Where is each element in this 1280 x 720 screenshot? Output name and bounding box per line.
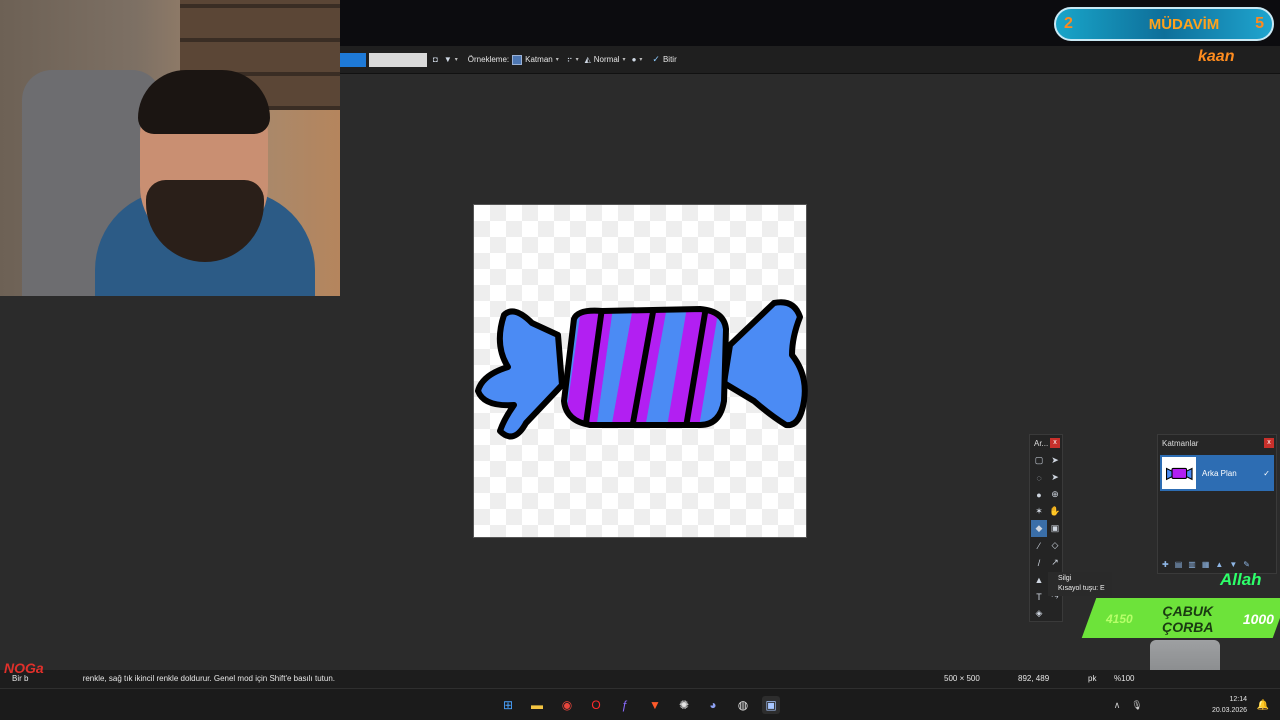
finish-label: Bitir [662, 55, 677, 64]
notification-bell-icon[interactable]: 🔔 [1254, 696, 1272, 714]
delete-layer-icon[interactable]: ▤ [1175, 560, 1183, 569]
tools-panel-title: Ar... [1034, 438, 1049, 448]
loyalty-badge: 2 MÜDAVİM 5 [1054, 7, 1274, 41]
clone-stamp-icon[interactable]: ▲ [1031, 571, 1047, 588]
move-layer-down-icon[interactable]: ▼ [1229, 560, 1237, 569]
layers-panel: Katmanlar x Arka Plan ✓ ✚ ▤ ▥ ▦ ▲ ▼ ✎ [1157, 434, 1277, 574]
reward-title-1: ÇABUK [1162, 603, 1214, 619]
badge-level-left: 2 [1064, 15, 1073, 32]
layer-name: Arka Plan [1202, 468, 1237, 478]
color-picker-icon[interactable]: ↗ [1047, 554, 1063, 571]
chevron-down-icon[interactable]: ▾ [455, 56, 458, 63]
zoom-icon[interactable]: ⊕ [1047, 486, 1063, 503]
lasso-select-icon[interactable]: ◌ [1031, 469, 1047, 486]
chrome-icon[interactable]: ◉ [558, 696, 576, 714]
fill-mode-icon[interactable]: ◘ [433, 55, 438, 64]
chatgpt-icon[interactable]: ✺ [675, 696, 693, 714]
tooltip-shortcut: Kısayol tuşu: E [1058, 585, 1105, 592]
image-size: 500 × 500 [944, 674, 980, 683]
close-icon[interactable]: x [1050, 438, 1060, 448]
tool-options-bar: ◘ ▼ ▾ Örnekleme: Katman ▾ ⠖ ▾ ◭ Normal ▾ ●… [340, 46, 1280, 74]
fences-icon[interactable]: ƒ [616, 696, 634, 714]
chevron-up-icon[interactable]: ∧ [1108, 696, 1126, 714]
status-bar: Bir b renkle, sağ tık ikincil renkle dol… [0, 670, 1280, 688]
eraser-icon[interactable]: ◇ [1047, 537, 1063, 554]
tolerance-icon[interactable]: ⠖ [567, 55, 573, 64]
viewer-username: kaan [1198, 48, 1235, 65]
merge-layer-icon[interactable]: ▦ [1202, 560, 1210, 569]
chevron-down-icon[interactable]: ▾ [639, 56, 642, 63]
image-canvas[interactable] [473, 204, 808, 538]
chevron-down-icon[interactable]: ▾ [623, 56, 626, 63]
close-icon[interactable]: x [1264, 438, 1274, 448]
clock-date: 20.03.2026 [1212, 707, 1248, 714]
bucket-icon[interactable]: ▼ [444, 55, 452, 64]
unit-select[interactable]: pk [1088, 674, 1096, 683]
layers-panel-title: Katmanlar [1162, 438, 1199, 448]
paint-net-icon[interactable]: ▣ [762, 696, 780, 714]
taskbar: ⊞ ▬ ◉ O ƒ ▼ ✺ ◕ ◍ ▣ ∧ 🎙 12:14 20.03.2026… [0, 688, 1280, 720]
text-icon[interactable]: T [1031, 588, 1047, 605]
blend-mode-icon: ◭ [584, 55, 591, 64]
pan-icon[interactable]: ✋ [1047, 503, 1063, 520]
chat-overlay-text: Allah [1220, 570, 1262, 589]
noga-logo: NOGa [4, 660, 44, 676]
paintbrush-icon[interactable]: ⁄ [1031, 537, 1047, 554]
candy-image [475, 299, 808, 440]
sampling-label: Örnekleme: [467, 55, 510, 64]
status-hint-text: renkle, sağ tık ikincil renkle doldurur.… [82, 674, 336, 683]
blend-mode-select[interactable]: Normal [594, 55, 620, 64]
zoom-level[interactable]: %100 [1114, 674, 1134, 683]
sampling-select[interactable]: Katman [525, 55, 553, 64]
checkmark-icon: ✓ [652, 54, 660, 64]
brave-icon[interactable]: ▼ [646, 696, 664, 714]
microphone-icon[interactable]: 🎙 [1128, 696, 1146, 714]
tool-tooltip: Silgi Kısayol tuşu: E [1048, 572, 1112, 596]
layer-icon [512, 54, 523, 65]
clock-time: 12:14 [1229, 696, 1248, 703]
reward-value: 1000 [1242, 611, 1274, 627]
secondary-color-swatch[interactable] [369, 52, 427, 67]
tray-clock[interactable]: 12:14 20.03.2026 [1212, 694, 1247, 716]
add-layer-icon[interactable]: ✚ [1162, 560, 1169, 569]
badge-title: MÜDAVİM [1148, 15, 1220, 33]
discord-icon[interactable]: ◕ [704, 696, 722, 714]
ellipse-select-icon[interactable]: ● [1031, 486, 1047, 503]
status-hint: Bir b renkle, sağ tık ikincil renkle dol… [12, 674, 335, 683]
webcam-overlay [0, 0, 340, 296]
shapes-icon[interactable]: ◈ [1031, 605, 1047, 622]
layer-thumbnail [1162, 457, 1196, 489]
primary-color-swatch[interactable] [340, 52, 366, 67]
chevron-down-icon[interactable]: ▾ [576, 56, 579, 63]
opera-icon[interactable]: O [587, 696, 605, 714]
file-explorer-icon[interactable]: ▬ [528, 696, 546, 714]
gradient-icon[interactable]: ▣ [1047, 520, 1063, 537]
layer-visible-checkbox[interactable]: ✓ [1263, 469, 1270, 478]
layer-properties-icon[interactable]: ✎ [1243, 560, 1250, 569]
finish-button[interactable]: ✓ Bitir [652, 54, 676, 65]
tooltip-tool-name: Silgi [1058, 575, 1072, 582]
move-selection-icon[interactable]: ➤ [1047, 452, 1063, 469]
move-layer-up-icon[interactable]: ▲ [1215, 560, 1223, 569]
reward-banner: 4150 ÇABUK ÇORBA 1000 [1100, 600, 1280, 638]
obs-icon[interactable]: ◍ [734, 696, 752, 714]
layer-row[interactable]: Arka Plan ✓ [1160, 455, 1274, 491]
chevron-down-icon[interactable]: ▾ [556, 56, 559, 63]
duplicate-layer-icon[interactable]: ▥ [1188, 560, 1196, 569]
cursor-position: 892, 489 [1018, 674, 1050, 683]
reward-cost: 4150 [1106, 612, 1133, 626]
windows-start-icon[interactable]: ⊞ [499, 696, 517, 714]
badge-level-right: 5 [1255, 15, 1264, 32]
reward-title-2: ÇORBA [1162, 619, 1214, 635]
magic-wand-icon[interactable]: ✶ [1031, 503, 1047, 520]
paint-bucket-icon[interactable]: ◆ [1031, 520, 1047, 537]
antialias-icon[interactable]: ● [632, 55, 637, 64]
pencil-icon[interactable]: / [1031, 554, 1047, 571]
move-selected-icon[interactable]: ➤ [1047, 469, 1063, 486]
rectangle-select-icon[interactable]: ▢ [1031, 452, 1047, 469]
